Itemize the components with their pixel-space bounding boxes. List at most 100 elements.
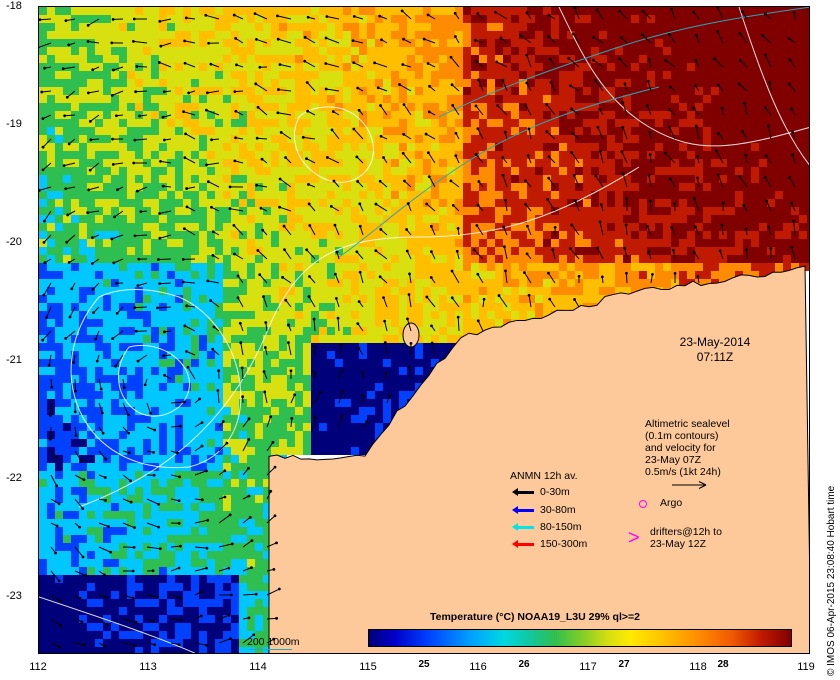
sst-cell xyxy=(527,191,535,199)
sst-cell xyxy=(127,231,135,239)
sst-cell xyxy=(799,239,807,247)
sst-cell xyxy=(375,79,383,87)
sst-cell xyxy=(423,255,431,263)
sst-cell xyxy=(55,111,63,119)
sst-cell xyxy=(311,199,319,207)
sst-cell xyxy=(807,263,809,271)
sst-cell xyxy=(327,119,335,127)
sst-cell xyxy=(455,287,463,295)
sst-cell xyxy=(151,263,159,271)
sst-cell xyxy=(607,167,615,175)
sst-cell xyxy=(679,159,687,167)
sst-cell xyxy=(159,239,167,247)
sst-cell xyxy=(575,239,583,247)
sst-cell xyxy=(679,223,687,231)
sst-cell xyxy=(127,191,135,199)
sst-cell xyxy=(95,527,103,535)
sst-cell xyxy=(39,47,47,55)
sst-cell xyxy=(255,175,263,183)
sst-cell xyxy=(351,439,359,447)
sst-field xyxy=(39,7,809,653)
sst-cell xyxy=(223,575,231,583)
sst-cell xyxy=(55,287,63,295)
sst-cell xyxy=(375,143,383,151)
sst-cell xyxy=(767,23,775,31)
sst-cell xyxy=(719,47,727,55)
sst-cell xyxy=(63,63,71,71)
sst-cell xyxy=(535,207,543,215)
sst-cell xyxy=(455,175,463,183)
sst-cell xyxy=(703,31,711,39)
sst-cell xyxy=(487,111,495,119)
sst-cell xyxy=(103,303,111,311)
sst-cell xyxy=(239,31,247,39)
sst-cell xyxy=(703,199,711,207)
sst-cell xyxy=(423,119,431,127)
sst-cell xyxy=(543,159,551,167)
sst-cell xyxy=(263,383,271,391)
sst-cell xyxy=(351,199,359,207)
sst-cell xyxy=(159,7,167,15)
sst-cell xyxy=(183,55,191,63)
sst-cell xyxy=(79,239,87,247)
sst-cell xyxy=(679,207,687,215)
sst-cell xyxy=(583,231,591,239)
sst-cell xyxy=(639,103,647,111)
sst-cell xyxy=(63,183,71,191)
sst-cell xyxy=(119,343,127,351)
sst-cell xyxy=(111,303,119,311)
sst-cell xyxy=(327,71,335,79)
sst-cell xyxy=(287,263,295,271)
sst-cell xyxy=(511,279,519,287)
sst-cell xyxy=(55,535,63,543)
sst-cell xyxy=(167,47,175,55)
sst-cell xyxy=(583,23,591,31)
sst-cell xyxy=(807,31,809,39)
sst-cell xyxy=(327,191,335,199)
sst-cell xyxy=(111,175,119,183)
sst-cell xyxy=(463,135,471,143)
sst-cell xyxy=(775,79,783,87)
sst-cell xyxy=(631,215,639,223)
sst-cell xyxy=(583,263,591,271)
sst-cell xyxy=(191,31,199,39)
sst-cell xyxy=(807,23,809,31)
sst-cell xyxy=(215,503,223,511)
sst-cell xyxy=(511,207,519,215)
sst-cell xyxy=(519,311,527,319)
sst-cell xyxy=(71,191,79,199)
sst-cell xyxy=(343,223,351,231)
sst-cell xyxy=(447,119,455,127)
sst-cell xyxy=(703,143,711,151)
sst-cell xyxy=(503,55,511,63)
sst-cell xyxy=(527,95,535,103)
sst-cell xyxy=(127,79,135,87)
sst-cell xyxy=(431,263,439,271)
sst-cell xyxy=(399,391,407,399)
sst-cell xyxy=(447,319,455,327)
sst-cell xyxy=(623,55,631,63)
sst-cell xyxy=(423,231,431,239)
sst-cell xyxy=(455,95,463,103)
sst-cell xyxy=(287,239,295,247)
sst-cell xyxy=(79,207,87,215)
sst-cell xyxy=(79,431,87,439)
sst-cell xyxy=(95,7,103,15)
sst-cell xyxy=(159,135,167,143)
sst-cell xyxy=(391,279,399,287)
sst-cell xyxy=(647,71,655,79)
sst-cell xyxy=(543,87,551,95)
sst-cell xyxy=(247,255,255,263)
sst-cell xyxy=(319,119,327,127)
sst-cell xyxy=(63,119,71,127)
sst-cell xyxy=(399,95,407,103)
sst-cell xyxy=(655,279,663,287)
sst-cell xyxy=(39,447,47,455)
sst-cell xyxy=(303,135,311,143)
sst-cell xyxy=(799,207,807,215)
sst-cell xyxy=(383,175,391,183)
sst-cell xyxy=(151,111,159,119)
sst-cell xyxy=(215,527,223,535)
sst-cell xyxy=(711,135,719,143)
sst-cell xyxy=(287,79,295,87)
